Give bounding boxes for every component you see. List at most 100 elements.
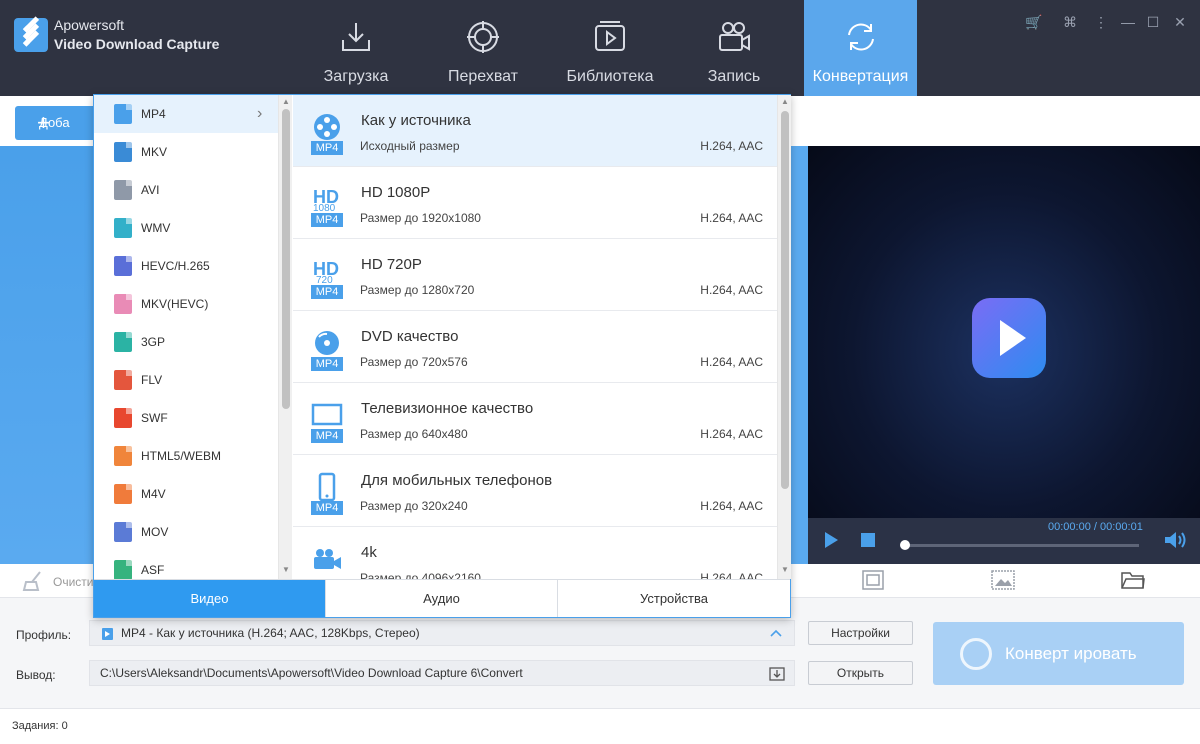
preset-codec: H.264, AAC (700, 499, 763, 513)
preset-size: Исходный размер (360, 139, 460, 153)
preset-size: Размер до 720x576 (360, 355, 468, 369)
preset-title: Для мобильных телефонов (361, 472, 553, 489)
drop-area[interactable] (0, 146, 94, 564)
scroll-up-icon[interactable]: ▲ (281, 97, 291, 107)
format-name: MOV (141, 525, 169, 539)
close-icon[interactable]: ✕ (1172, 14, 1188, 30)
format-scroll-thumb[interactable] (282, 109, 290, 409)
preset-size: Размер до 4096x2160 (360, 571, 481, 579)
3gp-format-icon (114, 332, 132, 352)
add-button[interactable]: Доба (15, 106, 100, 140)
minimize-icon[interactable]: — (1120, 14, 1136, 30)
format-item-mkv[interactable]: MKV (94, 133, 278, 171)
format-list-scrollbar[interactable]: ▲ ▼ (278, 95, 292, 579)
output-path-field[interactable]: C:\Users\Aleksandr\Documents\Apowersoft\… (89, 660, 795, 686)
profile-select[interactable]: MP4 - Как у источника (H.264; AAC, 128Kb… (89, 620, 795, 646)
open-button[interactable]: Открыть (808, 661, 913, 685)
profile-label: Профиль: (16, 628, 72, 642)
preset-format-badge: MP4 (311, 285, 343, 299)
preview-play-logo-icon (972, 298, 1046, 378)
menu-dots-icon[interactable]: ⋮ (1093, 14, 1109, 30)
category-tabs: Видео Аудио Устройства (94, 579, 790, 617)
tab-capture[interactable]: Перехват (428, 0, 538, 96)
format-item-flv[interactable]: FLV (94, 361, 278, 399)
tab-video[interactable]: Видео (94, 579, 326, 617)
chevron-up-icon[interactable] (770, 629, 782, 637)
preset-item[interactable]: HD 1080 MP4 HD 1080P Размер до 1920x1080… (293, 167, 777, 239)
volume-icon[interactable] (1164, 531, 1188, 549)
video-camera-icon (314, 549, 341, 569)
format-name: HTML5/WEBM (141, 449, 222, 463)
format-item-avi[interactable]: AVI (94, 171, 278, 209)
mov-format-icon (114, 522, 132, 542)
format-item-asf[interactable]: ASF (94, 551, 278, 579)
browse-folder-icon[interactable] (769, 666, 785, 681)
tab-library[interactable]: Библиотека (558, 0, 662, 96)
preset-size: Размер до 1280x720 (360, 283, 475, 297)
tab-record-label: Запись (707, 68, 761, 85)
format-item-swf[interactable]: SWF (94, 399, 278, 437)
folder-icon[interactable] (1121, 570, 1145, 590)
seek-knob[interactable] (900, 540, 910, 550)
tab-convert[interactable]: Конвертация (804, 0, 917, 96)
image-icon[interactable] (991, 570, 1015, 590)
screenshot-icon[interactable] (862, 570, 884, 590)
preset-format-badge: MP4 (311, 357, 343, 371)
tab-library-label: Библиотека (566, 68, 654, 85)
format-name: HEVC/H.265 (141, 259, 210, 273)
format-name: MKV (141, 145, 168, 159)
preset-title: Как у источника (361, 112, 471, 129)
preset-item[interactable]: MP4 Как у источника Исходный размер H.26… (293, 95, 777, 167)
format-item-wmv[interactable]: WMV (94, 209, 278, 247)
maximize-icon[interactable]: ☐ (1145, 14, 1161, 30)
tab-record[interactable]: Запись (688, 0, 780, 96)
format-item-mov[interactable]: MOV (94, 513, 278, 551)
tab-devices[interactable]: Устройства (558, 579, 790, 617)
clear-label[interactable]: Очисти (53, 575, 94, 589)
format-item-mkv-hevc[interactable]: MKV(HEVC) (94, 285, 278, 323)
preset-size: Размер до 320x240 (360, 499, 468, 513)
drop-area-edge (790, 146, 808, 564)
command-icon[interactable]: ⌘ (1062, 14, 1078, 30)
preset-item[interactable]: MP4 DVD качество Размер до 720x576 H.264… (293, 311, 777, 383)
preset-format-badge: MP4 (311, 213, 343, 227)
preset-list-scrollbar[interactable]: ▲ ▼ (777, 95, 791, 579)
format-item-3gp[interactable]: 3GP (94, 323, 278, 361)
preset-title: HD 720P (361, 256, 422, 273)
format-name: M4V (141, 487, 166, 501)
broom-icon[interactable] (22, 570, 44, 592)
preset-format-badge: MP4 (311, 501, 343, 515)
avi-format-icon (114, 180, 132, 200)
settings-button[interactable]: Настройки (808, 621, 913, 645)
preset-item[interactable]: MP4 Телевизионное качество Размер до 640… (293, 383, 777, 455)
format-item-hevc[interactable]: HEVC/H.265 (94, 247, 278, 285)
seek-bar[interactable] (903, 544, 1139, 547)
tab-download-label: Загрузка (323, 68, 389, 85)
play-icon[interactable] (824, 532, 838, 548)
format-name: SWF (141, 411, 168, 425)
format-item-webm[interactable]: HTML5/WEBM (94, 437, 278, 475)
scroll-up-icon[interactable]: ▲ (780, 97, 790, 107)
preset-item[interactable]: MP4 Для мобильных телефонов Размер до 32… (293, 455, 777, 527)
preset-item[interactable]: 4k Размер до 4096x2160 H.264, AAC (293, 527, 777, 579)
library-icon (595, 21, 625, 51)
output-path-value: C:\Users\Aleksandr\Documents\Apowersoft\… (100, 666, 523, 680)
tab-download[interactable]: Загрузка (306, 0, 406, 96)
preset-codec: H.264, AAC (700, 139, 763, 153)
convert-button-icon (960, 638, 992, 670)
preset-codec: H.264, AAC (700, 571, 763, 579)
scroll-down-icon[interactable]: ▼ (281, 565, 291, 575)
scroll-down-icon[interactable]: ▼ (780, 565, 790, 575)
format-name: WMV (141, 221, 171, 235)
stop-icon[interactable] (861, 533, 875, 547)
cart-icon[interactable]: 🛒 (1025, 14, 1042, 30)
preset-item[interactable]: HD 720 MP4 HD 720P Размер до 1280x720 H.… (293, 239, 777, 311)
wmv-format-icon (114, 218, 132, 238)
profile-value: MP4 - Как у источника (H.264; AAC, 128Kb… (121, 626, 420, 640)
preset-codec: H.264, AAC (700, 211, 763, 225)
format-item-mp4[interactable]: MP4 › (94, 95, 278, 133)
preset-scroll-thumb[interactable] (781, 111, 789, 489)
tab-audio[interactable]: Аудио (326, 579, 558, 617)
format-item-m4v[interactable]: M4V (94, 475, 278, 513)
output-label: Вывод: (16, 668, 56, 682)
